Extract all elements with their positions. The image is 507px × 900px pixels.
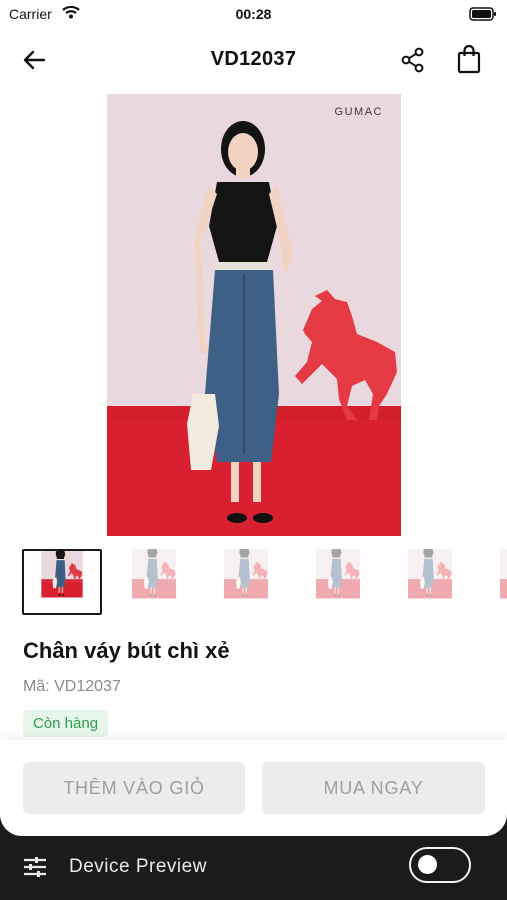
product-main-image[interactable]: GUMAC	[107, 94, 401, 536]
thumbnail-6[interactable]	[482, 549, 507, 615]
thumbnail-4[interactable]	[298, 549, 378, 615]
thumbnail-3[interactable]	[206, 549, 286, 615]
product-sku: Mã: VD12037	[23, 678, 121, 695]
device-preview-toggle[interactable]	[409, 847, 471, 883]
product-name: Chân váy bút chì xẻ	[23, 638, 230, 663]
status-time: 00:28	[235, 6, 272, 22]
stock-status-badge: Còn hàng	[23, 710, 109, 737]
status-bar: Carrier 00:28	[0, 0, 507, 28]
page-title: VD12037	[210, 48, 297, 70]
thumbnail-strip[interactable]	[22, 549, 507, 617]
thumbnail-2[interactable]	[114, 549, 194, 615]
thumbnail-5[interactable]	[390, 549, 470, 615]
buy-now-button[interactable]: MUA NGAY	[262, 762, 485, 814]
share-icon	[401, 47, 424, 73]
brand-watermark: GUMAC	[334, 106, 383, 118]
product-photo	[107, 94, 401, 536]
device-preview-bar: Device Preview	[0, 836, 507, 900]
device-preview-label: Device Preview	[69, 856, 207, 877]
app-header: VD12037	[0, 40, 507, 80]
shopping-bag-icon	[457, 44, 481, 74]
toggle-knob	[418, 855, 437, 874]
cart-button[interactable]	[455, 44, 483, 74]
add-to-cart-button[interactable]: THÊM VÀO GIỎ	[23, 762, 245, 814]
share-button[interactable]	[399, 46, 427, 74]
action-bar: THÊM VÀO GIỎ MUA NGAY	[0, 740, 507, 836]
thumbnail-1[interactable]	[22, 549, 102, 615]
battery-icon	[469, 7, 497, 26]
tune-icon[interactable]	[23, 856, 47, 883]
app-screen: Carrier 00:28 VD12037 GUMAC Chân váy bút…	[0, 0, 507, 836]
